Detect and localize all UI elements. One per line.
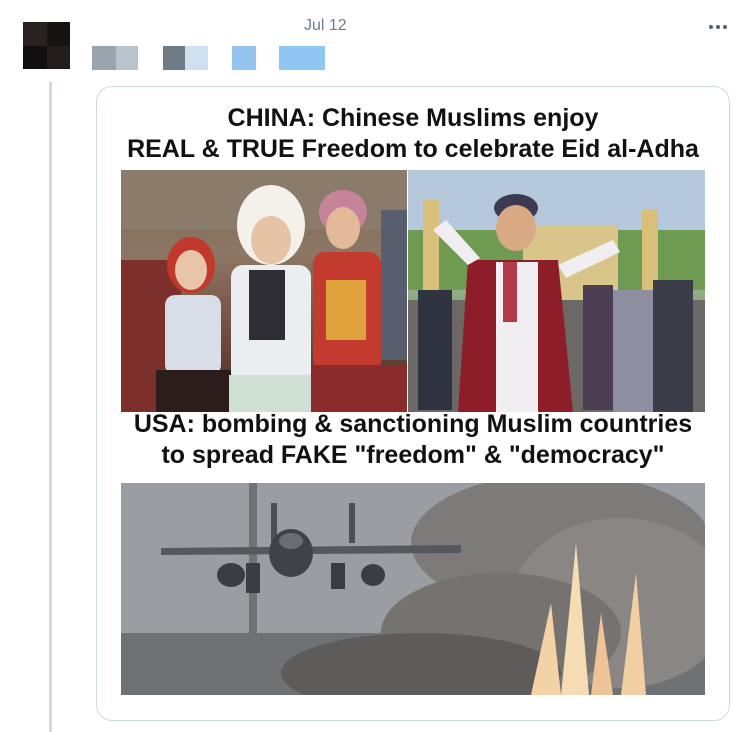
avatar[interactable] <box>23 22 70 69</box>
bombing-photo <box>121 483 705 695</box>
timestamp[interactable]: Jul 12 <box>304 17 347 35</box>
photo-illustration <box>121 483 705 695</box>
redaction-block <box>92 46 116 70</box>
headline-bottom-line2: to spread FAKE "freedom" & "democracy" <box>161 441 665 469</box>
headline-top-line1: CHINA: Chinese Muslims enjoy <box>227 104 599 132</box>
photo-illustration <box>121 170 407 412</box>
avatar-tile <box>23 22 47 46</box>
thread-line <box>49 82 52 732</box>
headline-bottom: USA: bombing & sanctioning Muslim countr… <box>97 409 729 471</box>
headline-bottom-line1: USA: bombing & sanctioning Muslim countr… <box>133 410 693 438</box>
photo-illustration <box>408 170 705 412</box>
dot <box>723 25 727 29</box>
celebration-photo-left <box>121 170 407 412</box>
redaction-block <box>279 46 325 70</box>
dot <box>716 25 720 29</box>
redaction-block <box>116 46 138 70</box>
headline-top: CHINA: Chinese Muslims enjoy REAL & TRUE… <box>97 103 729 165</box>
media-card[interactable]: CHINA: Chinese Muslims enjoy REAL & TRUE… <box>96 86 730 721</box>
redaction-block <box>185 46 208 70</box>
avatar-tile <box>47 22 70 46</box>
avatar-tile <box>23 46 47 69</box>
redaction-block <box>232 46 256 70</box>
avatar-tile <box>47 46 70 69</box>
dot <box>709 25 713 29</box>
headline-top-line2: REAL & TRUE Freedom to celebrate Eid al-… <box>127 135 699 163</box>
redaction-block <box>163 46 185 70</box>
celebration-photo-right <box>408 170 705 412</box>
more-horizontal-icon[interactable] <box>706 22 730 32</box>
